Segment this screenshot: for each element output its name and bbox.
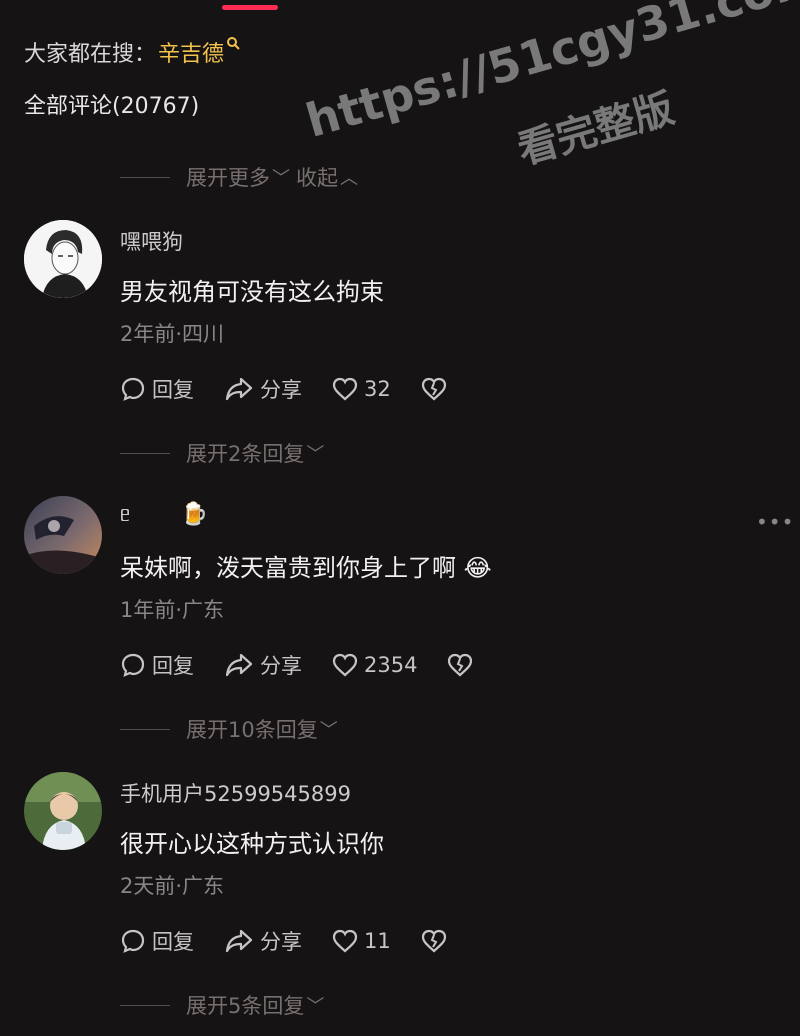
dislike-button[interactable] (421, 377, 453, 401)
comment-text: 男友视角可没有这么拘束 (120, 278, 384, 306)
comment-actions: 回复 分享 2354 (120, 650, 509, 680)
comment-meta: 1年前·广东 (120, 598, 225, 622)
heart-icon (332, 653, 358, 677)
divider-line (120, 728, 170, 730)
like-count: 32 (364, 377, 391, 401)
avatar[interactable] (24, 220, 102, 298)
heart-icon (332, 929, 358, 953)
comment-actions: 回复 分享 32 (120, 374, 483, 404)
beer-mug-icon: 🍺 (180, 502, 208, 527)
more-options-icon[interactable]: ••• (756, 510, 794, 534)
avatar[interactable] (24, 772, 102, 850)
divider-line (120, 452, 170, 454)
reply-button[interactable]: 回复 (120, 374, 194, 404)
share-button[interactable]: 分享 (224, 926, 302, 956)
drag-handle-indicator[interactable] (222, 5, 278, 10)
expand-replies-label: 展开2条回复 (186, 442, 305, 466)
expand-more-label: 展开更多 (186, 166, 270, 190)
divider-line (120, 176, 170, 178)
like-button[interactable]: 2354 (332, 653, 417, 677)
comment-text-body: 呆妹啊，泼天富贵到你身上了啊 (120, 554, 456, 582)
reply-label: 回复 (152, 930, 194, 954)
username-text: ᥱ (120, 502, 131, 526)
expand-replies-label: 展开5条回复 (186, 994, 305, 1018)
divider-line (120, 1004, 170, 1006)
comment-count: 全部评论(20767) (24, 94, 200, 119)
search-icon (226, 36, 240, 54)
chevron-down-icon: ﹀ (272, 168, 290, 189)
share-label: 分享 (260, 378, 302, 402)
comment-username[interactable]: 手机用户52599545899 (120, 778, 351, 808)
comment-actions: 回复 分享 11 (120, 926, 483, 956)
share-label: 分享 (260, 930, 302, 954)
share-button[interactable]: 分享 (224, 374, 302, 404)
chevron-down-icon: ﹀ (306, 444, 325, 465)
heart-icon (332, 377, 358, 401)
reply-bubble-icon (121, 929, 145, 953)
comment-username[interactable]: ᥱ 🍺 (120, 502, 208, 527)
comment-username[interactable]: 嘿喂狗 (120, 226, 183, 256)
comment-meta: 2年前·四川 (120, 322, 225, 346)
expand-replies-button[interactable]: 展开5条回复 ﹀ (120, 990, 330, 1020)
comment-text: 很开心以这种方式认识你 (120, 830, 384, 858)
share-arrow-icon (225, 377, 253, 401)
watermark-url: https://51cgy31.com (300, 0, 800, 148)
reply-bubble-icon (121, 377, 145, 401)
search-term-link[interactable]: 辛吉德 (158, 36, 224, 68)
like-button[interactable]: 32 (332, 377, 391, 401)
comment-text: 呆妹啊，泼天富贵到你身上了啊 😂 (120, 548, 492, 583)
avatar[interactable] (24, 496, 102, 574)
reply-label: 回复 (152, 378, 194, 402)
share-arrow-icon (225, 929, 253, 953)
suggested-search[interactable]: 大家都在搜： 辛吉德 (24, 36, 240, 68)
expand-replies-button[interactable]: 展开10条回复 ﹀ (120, 714, 344, 744)
like-count: 11 (364, 929, 391, 953)
chevron-down-icon: ﹀ (319, 720, 338, 741)
reply-label: 回复 (152, 654, 194, 678)
collapse-label[interactable]: 收起 (296, 162, 338, 192)
reply-bubble-icon (121, 653, 145, 677)
dislike-button[interactable] (421, 929, 453, 953)
share-button[interactable]: 分享 (224, 650, 302, 680)
reply-button[interactable]: 回复 (120, 650, 194, 680)
broken-heart-icon (421, 377, 446, 401)
share-arrow-icon (225, 653, 253, 677)
like-count: 2354 (364, 653, 418, 677)
laughing-emoji-icon: 😂 (463, 554, 492, 582)
broken-heart-icon (421, 929, 446, 953)
expand-more-button[interactable]: 展开更多 ﹀ 收起 ︿ (120, 162, 364, 192)
expand-replies-label: 展开10条回复 (186, 718, 318, 742)
like-button[interactable]: 11 (332, 929, 391, 953)
chevron-up-icon: ︿ (340, 168, 358, 189)
search-prefix: 大家都在搜： (24, 42, 157, 67)
expand-replies-button[interactable]: 展开2条回复 ﹀ (120, 438, 330, 468)
dislike-button[interactable] (447, 653, 479, 677)
comment-meta: 2天前·广东 (120, 874, 225, 898)
share-label: 分享 (260, 654, 302, 678)
reply-button[interactable]: 回复 (120, 926, 194, 956)
chevron-down-icon: ﹀ (306, 996, 325, 1017)
broken-heart-icon (448, 653, 473, 677)
watermark-caption: 看完整版 (512, 85, 680, 174)
